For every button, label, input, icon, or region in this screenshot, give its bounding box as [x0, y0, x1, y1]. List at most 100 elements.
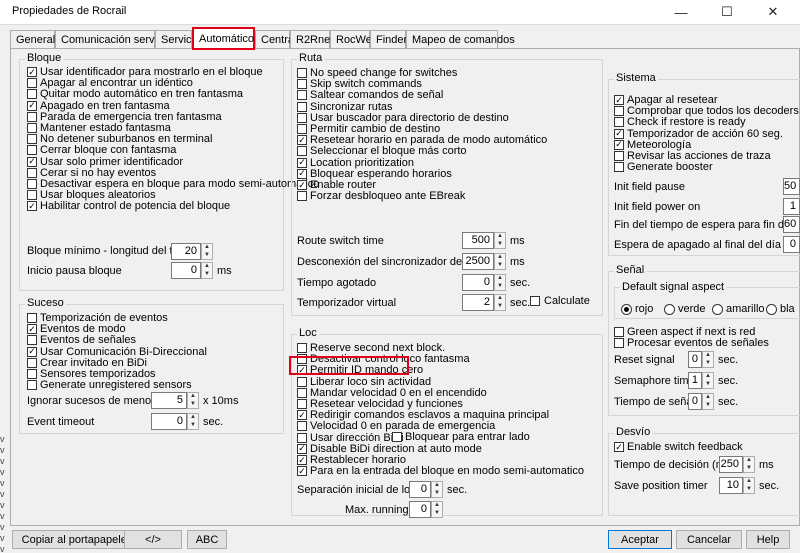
- sistema-field-input[interactable]: 60: [783, 216, 800, 233]
- tab-autom-tico[interactable]: Automático: [192, 27, 255, 50]
- ruta-field-spinner[interactable]: ▲ ▼: [494, 232, 506, 249]
- senal-field-input[interactable]: 0: [688, 351, 702, 368]
- loc-checks-checkbox[interactable]: [297, 399, 307, 409]
- suceso-checks-checkbox[interactable]: [27, 369, 37, 379]
- senal-field-spinner[interactable]: ▲ ▼: [702, 393, 714, 410]
- senal-field-spinner[interactable]: ▲ ▼: [702, 372, 714, 389]
- copy-to-clipboard-button[interactable]: Copiar al portapapeles: [12, 530, 142, 549]
- suceso-checks-checkbox[interactable]: [27, 335, 37, 346]
- signal-aspect-radio[interactable]: [766, 304, 777, 315]
- sistema-checks-checkbox[interactable]: [614, 162, 624, 173]
- ruta-checks-checkbox[interactable]: ✓: [297, 180, 307, 190]
- desvio-field-spinner[interactable]: ▲ ▼: [743, 477, 755, 494]
- ignore-events-spinner[interactable]: ▲ ▼: [187, 392, 199, 409]
- ruta-checks-checkbox[interactable]: [297, 146, 307, 157]
- maximize-button[interactable]: ☐: [704, 0, 750, 24]
- ruta-checks-checkbox[interactable]: ✓: [297, 157, 307, 168]
- sistema-checks-checkbox[interactable]: [614, 106, 624, 117]
- sistema-checks-checkbox[interactable]: ✓: [614, 128, 624, 139]
- suceso-checks-checkbox[interactable]: ✓: [27, 324, 37, 335]
- tab-mapeo-de-comandos[interactable]: Mapeo de comandos: [406, 30, 515, 49]
- tab-r2rnet[interactable]: R2Rnet: [290, 30, 333, 49]
- desvio-field-input[interactable]: 250: [719, 456, 743, 473]
- suceso-checks-checkbox[interactable]: [27, 380, 37, 391]
- loc-checks-checkbox[interactable]: ✓: [297, 466, 307, 477]
- ruta-field-input[interactable]: 0: [462, 274, 494, 291]
- tab-central[interactable]: Central: [255, 30, 296, 49]
- max-running-input[interactable]: 0: [409, 501, 431, 518]
- minimize-button[interactable]: —: [658, 0, 704, 24]
- ignore-events-input[interactable]: 5: [151, 392, 187, 409]
- senal-field-input[interactable]: 0: [688, 393, 702, 410]
- sistema-checks-checkbox[interactable]: [614, 151, 624, 161]
- ruta-field-input[interactable]: 500: [462, 232, 494, 249]
- bloque-checks-checkbox[interactable]: ✓: [27, 67, 37, 77]
- xml-button[interactable]: </>: [124, 530, 182, 549]
- bloque-checks-checkbox[interactable]: [27, 145, 37, 156]
- bloque-checks-checkbox[interactable]: [27, 78, 37, 89]
- abc-button[interactable]: ABC: [187, 530, 227, 549]
- tab-comunicaci-n-servidor[interactable]: Comunicación servidor: [55, 30, 173, 49]
- bloque-checks-checkbox[interactable]: ✓: [27, 156, 37, 167]
- bloque-checks-checkbox[interactable]: [27, 89, 37, 100]
- ruta-checks-checkbox[interactable]: [297, 68, 307, 78]
- signal-aspect-radio[interactable]: [664, 304, 675, 315]
- bloque-checks-checkbox[interactable]: [27, 123, 37, 133]
- loc-checks-checkbox[interactable]: [297, 376, 307, 387]
- loco-separation-spinner[interactable]: ▲ ▼: [431, 481, 443, 498]
- ruta-checks-checkbox[interactable]: [297, 191, 307, 202]
- desvio-field-spinner[interactable]: ▲ ▼: [743, 456, 755, 473]
- ruta-field-spinner[interactable]: ▲ ▼: [494, 253, 506, 270]
- senal-field-spinner[interactable]: ▲ ▼: [702, 351, 714, 368]
- suceso-checks-checkbox[interactable]: [27, 313, 37, 323]
- ruta-checks-checkbox[interactable]: ✓: [297, 135, 307, 146]
- cancel-button[interactable]: Cancelar: [676, 530, 742, 549]
- sistema-field-input[interactable]: 0: [783, 236, 800, 253]
- sistema-checks-checkbox[interactable]: ✓: [614, 139, 624, 150]
- ruta-checks-checkbox[interactable]: [297, 79, 307, 90]
- senal-field-input[interactable]: 1: [688, 372, 702, 389]
- loc-checks-checkbox[interactable]: ✓: [297, 455, 307, 465]
- loc-checks-checkbox[interactable]: ✓: [297, 410, 307, 421]
- pause-spinner[interactable]: ▲ ▼: [201, 262, 213, 279]
- tab-servicio[interactable]: Servicio: [155, 30, 200, 49]
- bloque-checks-checkbox[interactable]: [27, 167, 37, 178]
- loc-checks-checkbox[interactable]: [297, 421, 307, 432]
- bloque-checks-checkbox[interactable]: ✓: [27, 100, 37, 111]
- tab-finder[interactable]: Finder: [370, 30, 407, 49]
- event-timeout-input[interactable]: 0: [151, 413, 187, 430]
- loc-checks-checkbox[interactable]: [297, 343, 307, 353]
- close-button[interactable]: ✕: [750, 0, 796, 24]
- min-length-input[interactable]: 20: [171, 243, 201, 260]
- senal-checks-checkbox[interactable]: [614, 338, 624, 349]
- loc-checks-checkbox[interactable]: ✓: [297, 443, 307, 454]
- min-length-spinner[interactable]: ▲ ▼: [201, 243, 213, 260]
- sistema-checks-checkbox[interactable]: [614, 117, 624, 128]
- suceso-checks-checkbox[interactable]: [27, 357, 37, 368]
- ruta-checks-checkbox[interactable]: [297, 101, 307, 112]
- ruta-checks-checkbox[interactable]: [297, 90, 307, 101]
- bloque-checks-checkbox[interactable]: ✓: [27, 201, 37, 212]
- event-timeout-spinner[interactable]: ▲ ▼: [187, 413, 199, 430]
- tab-general[interactable]: General: [10, 30, 55, 49]
- bloque-checks-checkbox[interactable]: [27, 190, 37, 201]
- ruta-field-input[interactable]: 2: [462, 294, 494, 311]
- ruta-checks-checkbox[interactable]: ✓: [297, 168, 307, 179]
- ruta-field-spinner[interactable]: ▲ ▼: [494, 274, 506, 291]
- bloque-checks-checkbox[interactable]: [27, 134, 37, 145]
- suceso-checks-checkbox[interactable]: ✓: [27, 346, 37, 357]
- ruta-checks-checkbox[interactable]: [297, 112, 307, 123]
- accept-button[interactable]: Aceptar: [608, 530, 672, 549]
- ruta-field-spinner[interactable]: ▲ ▼: [494, 294, 506, 311]
- sistema-checks-checkbox[interactable]: ✓: [614, 95, 624, 105]
- calculate-checkbox[interactable]: [530, 296, 540, 306]
- desvio-checks-checkbox[interactable]: ✓: [614, 442, 624, 452]
- pause-input[interactable]: 0: [171, 262, 201, 279]
- desvio-field-input[interactable]: 10: [719, 477, 743, 494]
- loc-checks-checkbox[interactable]: [297, 432, 307, 443]
- help-button[interactable]: Help: [746, 530, 790, 549]
- max-running-spinner[interactable]: ▲ ▼: [431, 501, 443, 518]
- loco-separation-input[interactable]: 0: [409, 481, 431, 498]
- bloque-checks-checkbox[interactable]: [27, 179, 37, 189]
- ruta-field-input[interactable]: 2500: [462, 253, 494, 270]
